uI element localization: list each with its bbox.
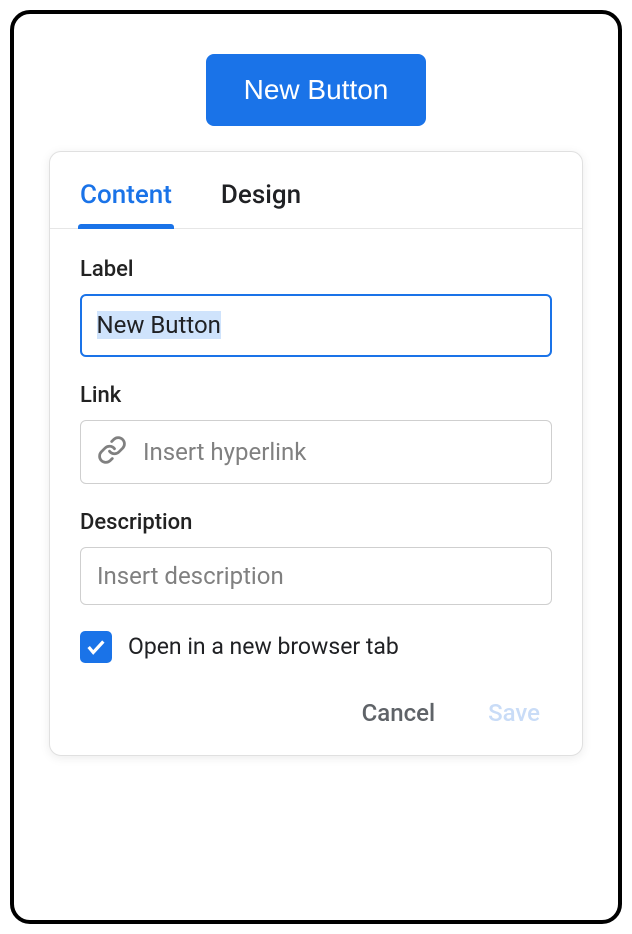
preview-button: New Button	[206, 54, 427, 126]
label-field-title: Label	[80, 257, 552, 282]
open-new-tab-row[interactable]: Open in a new browser tab	[80, 631, 552, 663]
field-label-group: Label New Button	[80, 257, 552, 357]
tabs-row: Content Design	[50, 152, 582, 229]
open-new-tab-label: Open in a new browser tab	[128, 633, 399, 660]
checkmark-icon	[85, 636, 107, 658]
field-description-group: Description	[80, 510, 552, 605]
description-field-title: Description	[80, 510, 552, 535]
footer-buttons: Cancel Save	[80, 693, 552, 733]
link-input[interactable]	[143, 438, 535, 466]
label-input-value: New Button	[97, 311, 221, 339]
field-link-group: Link	[80, 383, 552, 484]
editor-frame: New Button Content Design Label New Butt…	[10, 10, 622, 924]
editor-panel: Content Design Label New Button Link	[49, 151, 583, 756]
link-icon	[97, 435, 127, 469]
link-input-wrap[interactable]	[80, 420, 552, 484]
label-input[interactable]: New Button	[80, 294, 552, 357]
panel-body: Label New Button Link	[50, 229, 582, 755]
save-button[interactable]: Save	[484, 693, 544, 733]
open-new-tab-checkbox[interactable]	[80, 631, 112, 663]
cancel-button[interactable]: Cancel	[358, 693, 439, 733]
tab-content[interactable]: Content	[78, 152, 174, 228]
tab-design[interactable]: Design	[219, 152, 303, 228]
description-input[interactable]	[80, 547, 552, 605]
link-field-title: Link	[80, 383, 552, 408]
